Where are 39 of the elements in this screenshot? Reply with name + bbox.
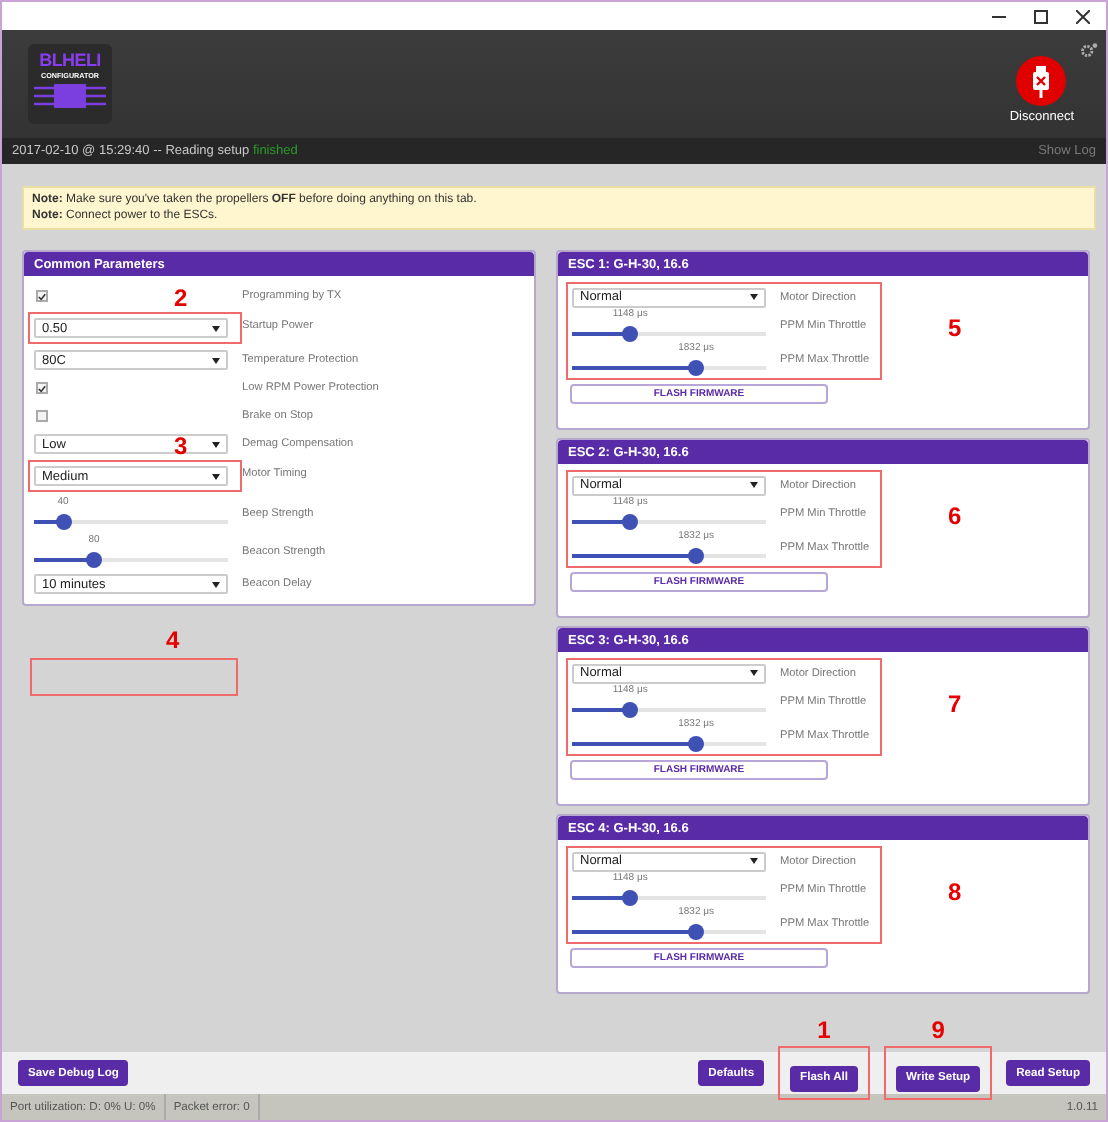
annotation-number: 9 — [931, 1018, 945, 1043]
annotation-number: 7 — [948, 692, 962, 716]
slider-thumb[interactable] — [622, 702, 639, 718]
logo-title: BLHELI — [39, 52, 101, 70]
caret-icon — [212, 325, 220, 331]
usb-disconnect-icon[interactable] — [1016, 56, 1067, 106]
annotation-number: 5 — [948, 316, 962, 340]
slider-thumb[interactable] — [86, 552, 103, 568]
caret-icon — [212, 357, 220, 363]
annotation-number: 1 — [817, 1018, 831, 1043]
circuit-board-icon — [32, 82, 108, 110]
caret-icon — [750, 670, 758, 676]
annotation-number: 6 — [948, 504, 962, 528]
annotation-number: 4 — [166, 628, 180, 652]
caret-icon — [212, 581, 220, 587]
annotation-number: 8 — [948, 880, 962, 904]
slider-thumb[interactable] — [622, 514, 639, 530]
slider-thumb[interactable] — [622, 326, 639, 342]
settings-icon[interactable] — [1080, 42, 1098, 60]
slider-thumb[interactable] — [688, 736, 705, 752]
caret-icon — [212, 473, 220, 479]
annotation-number: 2 — [174, 286, 188, 310]
slider-thumb[interactable] — [688, 548, 705, 564]
annotation-number: 3 — [174, 434, 188, 458]
caret-icon — [750, 858, 758, 864]
slider-thumb[interactable] — [688, 360, 705, 376]
checkbox[interactable] — [36, 382, 48, 394]
slider-thumb[interactable] — [688, 924, 705, 940]
caret-icon — [750, 294, 758, 300]
check-icon — [38, 291, 46, 301]
maximize-icon[interactable] — [1034, 9, 1048, 23]
checkbox[interactable] — [36, 290, 48, 302]
slider-thumb[interactable] — [55, 514, 72, 530]
checkbox[interactable] — [36, 410, 48, 422]
slider-thumb[interactable] — [622, 890, 639, 906]
caret-icon — [212, 441, 220, 447]
check-icon — [38, 383, 46, 393]
caret-icon — [750, 482, 758, 488]
close-icon[interactable] — [1076, 9, 1090, 23]
